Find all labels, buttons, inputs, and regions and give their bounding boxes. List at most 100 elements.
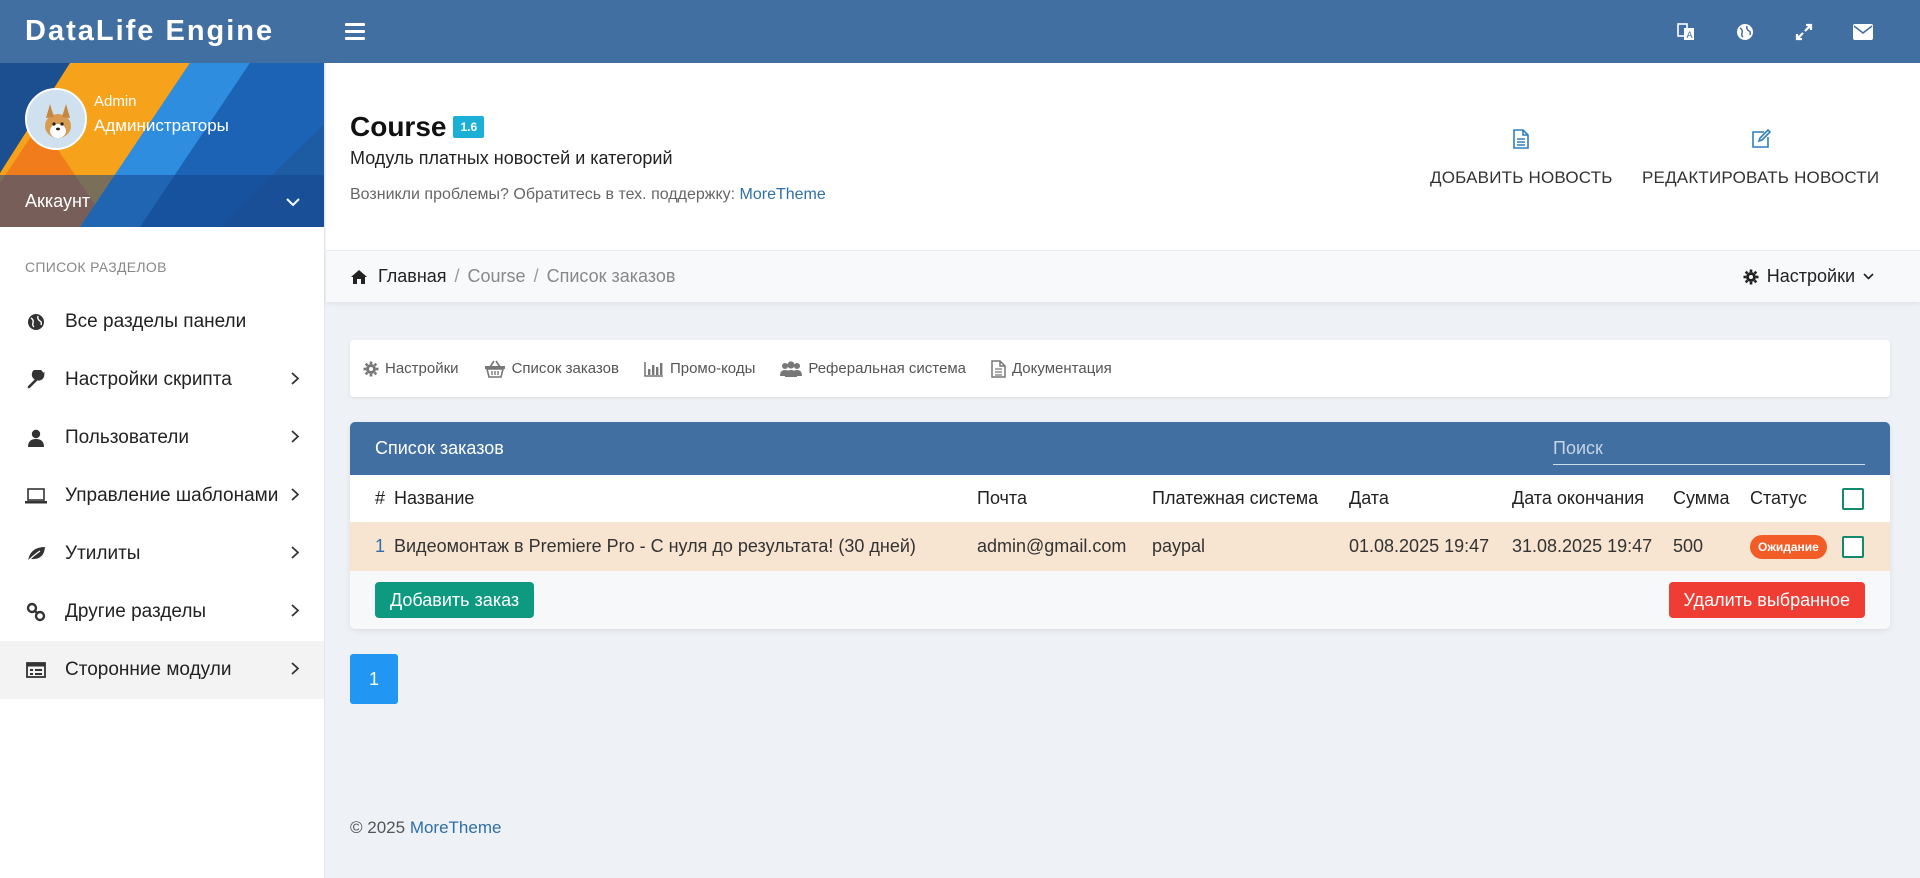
- breadcrumb-separator: /: [533, 266, 539, 286]
- column-header-payment[interactable]: Платежная система: [1152, 475, 1349, 522]
- table-header-row: # Название Почта Платежная система Дата …: [350, 475, 1890, 522]
- footer-copyright: © 2025: [350, 818, 406, 837]
- tab-documentation[interactable]: Документация: [991, 359, 1112, 378]
- top-bar: DataLife Engine A: [0, 0, 1920, 63]
- select-all-checkbox[interactable]: [1842, 487, 1864, 510]
- sidebar-item-script-settings[interactable]: Настройки скрипта: [0, 351, 324, 409]
- gear-icon: [363, 361, 379, 376]
- list-icon: [25, 659, 47, 681]
- mail-icon[interactable]: [1852, 21, 1874, 43]
- order-date: 01.08.2025 19:47: [1349, 536, 1490, 556]
- basket-icon: [484, 360, 505, 378]
- breadcrumb-module[interactable]: Course: [468, 266, 526, 287]
- sidebar-item-label: Все разделы панели: [65, 311, 247, 332]
- breadcrumb-home[interactable]: Главная: [350, 266, 447, 287]
- orders-card: Список заказов # Название Почта Платежна…: [350, 422, 1890, 629]
- tab-label: Промо-коды: [669, 360, 756, 377]
- sidebar-item-templates[interactable]: Управление шаблонами: [0, 467, 324, 525]
- edit-news-label: Редактировать новости: [1642, 168, 1880, 187]
- breadcrumb-separator: /: [454, 266, 460, 286]
- tab-label: Реферальная система: [808, 360, 966, 377]
- orders-card-title: Список заказов: [375, 438, 504, 458]
- tab-referral-system[interactable]: Реферальная система: [780, 360, 966, 377]
- tab-orders[interactable]: Список заказов: [484, 360, 619, 378]
- sidebar: Admin Администраторы Аккаунт Список разд…: [0, 63, 325, 878]
- delete-selected-button[interactable]: Удалить выбранное: [1668, 582, 1865, 618]
- profile-group: Администраторы: [94, 116, 229, 135]
- leaf-icon: [25, 543, 47, 565]
- column-header-id[interactable]: #: [350, 475, 394, 522]
- edit-icon: [1751, 128, 1771, 154]
- globe-icon[interactable]: [1734, 21, 1756, 43]
- status-badge: Ожидание: [1750, 534, 1827, 559]
- account-label: Аккаунт: [25, 190, 91, 211]
- brand-logo[interactable]: DataLife Engine: [0, 0, 325, 63]
- chevron-right-icon: [291, 427, 300, 449]
- users-icon: [780, 360, 803, 377]
- tab-label: Список заказов: [511, 360, 619, 377]
- chevron-right-icon: [291, 485, 300, 507]
- sidebar-item-label: Сторонние модули: [65, 659, 232, 680]
- row-checkbox[interactable]: [1842, 535, 1864, 558]
- order-status-cell: Ожидание: [1750, 522, 1842, 571]
- avatar[interactable]: [25, 88, 87, 150]
- order-end-date: 31.08.2025 19:47: [1512, 536, 1653, 556]
- link-icon: [25, 601, 47, 623]
- chevron-down-icon: [286, 191, 300, 212]
- account-toggle[interactable]: Аккаунт: [0, 175, 324, 227]
- sidebar-item-label: Настройки скрипта: [65, 369, 232, 390]
- support-text: Возникли проблемы? Обратитесь в тех. под…: [350, 186, 736, 203]
- select-all-cell: [1842, 475, 1890, 522]
- sidebar-item-users[interactable]: Пользователи: [0, 409, 324, 467]
- support-link[interactable]: MoreTheme: [740, 186, 826, 203]
- file-icon: [1513, 129, 1530, 154]
- column-header-date[interactable]: Дата: [1349, 475, 1512, 522]
- chevron-right-icon: [291, 659, 300, 681]
- orders-card-header: Список заказов: [350, 422, 1890, 475]
- column-header-name[interactable]: Название: [394, 475, 977, 522]
- column-header-sum[interactable]: Сумма: [1673, 475, 1750, 522]
- order-sum: 500: [1673, 536, 1704, 556]
- chevron-down-icon: [1863, 273, 1874, 280]
- order-name: Видеомонтаж в Premiere Pro - С нуля до р…: [394, 536, 916, 556]
- globe-icon: [25, 311, 47, 333]
- chevron-right-icon: [291, 543, 300, 565]
- breadcrumb-home-label: Главная: [378, 266, 447, 286]
- row-select-cell: [1842, 522, 1890, 571]
- column-header-status[interactable]: Статус: [1750, 475, 1842, 522]
- support-note: Возникли проблемы? Обратитесь в тех. под…: [350, 186, 826, 204]
- tab-settings[interactable]: Настройки: [363, 360, 459, 377]
- order-id[interactable]: 1: [350, 522, 394, 571]
- tab-promo-codes[interactable]: Промо-коды: [644, 360, 755, 377]
- sidebar-item-utilities[interactable]: Утилиты: [0, 525, 324, 583]
- menu-toggle-icon[interactable]: [345, 23, 365, 40]
- table-row[interactable]: 1 Видеомонтаж в Premiere Pro - С нуля до…: [350, 522, 1890, 571]
- sidebar-item-other-sections[interactable]: Другие разделы: [0, 583, 324, 641]
- add-news-button[interactable]: Добавить новость: [1430, 129, 1613, 188]
- wrench-icon: [25, 369, 47, 391]
- add-news-label: Добавить новость: [1430, 168, 1613, 187]
- fullscreen-icon[interactable]: [1793, 21, 1815, 43]
- search-field: [1553, 433, 1865, 465]
- sidebar-item-all-sections[interactable]: Все разделы панели: [0, 293, 324, 351]
- pagination-page-1[interactable]: 1: [350, 654, 398, 704]
- sidebar-item-label: Пользователи: [65, 427, 190, 448]
- add-order-button[interactable]: Добавить заказ: [375, 582, 535, 618]
- page-title-text: Course: [350, 111, 447, 142]
- search-input[interactable]: [1553, 437, 1865, 459]
- column-header-end-date[interactable]: Дата окончания: [1512, 475, 1673, 522]
- orders-table: # Название Почта Платежная система Дата …: [350, 475, 1890, 571]
- footer-link[interactable]: MoreTheme: [410, 818, 502, 837]
- orders-card-footer: Добавить заказ Удалить выбранное: [350, 571, 1890, 629]
- page-subtitle: Модуль платных новостей и категорий: [350, 148, 673, 168]
- translate-icon[interactable]: A: [1675, 21, 1697, 43]
- document-icon: [991, 359, 1006, 378]
- chevron-right-icon: [291, 601, 300, 623]
- settings-dropdown[interactable]: Настройки: [1743, 266, 1896, 287]
- svg-text:A: A: [1687, 31, 1694, 41]
- chevron-right-icon: [291, 369, 300, 391]
- sidebar-item-third-party-modules[interactable]: Сторонние модули: [0, 641, 324, 699]
- edit-news-button[interactable]: Редактировать новости: [1642, 128, 1880, 188]
- column-header-email[interactable]: Почта: [977, 475, 1152, 522]
- breadcrumb: Главная / Course / Список заказов Настро…: [326, 250, 1920, 302]
